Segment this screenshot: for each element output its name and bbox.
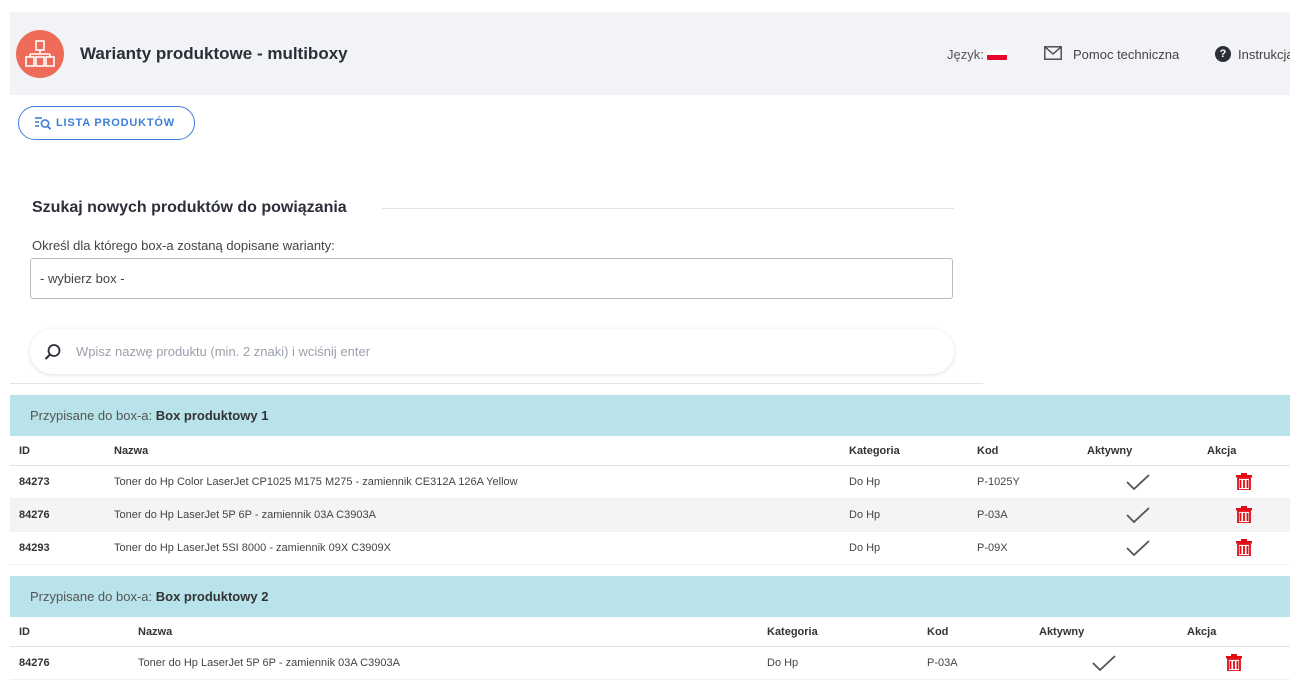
- delete-icon[interactable]: [1236, 506, 1252, 523]
- product-list-button-label: LISTA PRODUKTÓW: [56, 117, 175, 129]
- search-icon: [44, 344, 61, 360]
- support-link[interactable]: Pomoc techniczna: [1073, 47, 1179, 62]
- col-active: Aktywny: [1078, 437, 1198, 466]
- col-category: Kategoria: [758, 618, 918, 647]
- delete-icon[interactable]: [1226, 654, 1242, 671]
- col-name: Nazwa: [96, 437, 840, 466]
- language-label: Język:: [947, 47, 984, 62]
- section-separator: [10, 383, 983, 384]
- box-select[interactable]: - wybierz box -: [30, 258, 953, 299]
- row-category: Do Hp: [758, 646, 918, 680]
- row-category: Do Hp: [840, 498, 968, 532]
- product-list-button[interactable]: LISTA PRODUKTÓW: [18, 106, 195, 140]
- row-code: P-03A: [918, 646, 1030, 680]
- row-name: Toner do Hp LaserJet 5SI 8000 - zamienni…: [96, 531, 840, 565]
- instructions-link[interactable]: Instrukcja: [1238, 47, 1290, 62]
- app-logo-icon: [16, 30, 64, 78]
- mail-icon[interactable]: [1044, 46, 1062, 60]
- row-action: [1198, 498, 1290, 532]
- row-id: 84273: [10, 465, 96, 499]
- box-select-label: Określ dla którego box-a zostaną dopisan…: [32, 238, 335, 253]
- table-row: 84293 Toner do Hp LaserJet 5SI 8000 - za…: [10, 531, 1290, 565]
- app-header: Warianty produktowe - multiboxy Język: P…: [10, 12, 1290, 95]
- group-header-box-2: Przypisane do box-a: Box produktowy 2: [10, 576, 1290, 617]
- delete-icon[interactable]: [1236, 539, 1252, 556]
- table-row: 84276 Toner do Hp LaserJet 5P 6P - zamie…: [10, 646, 1290, 680]
- check-icon[interactable]: [1125, 539, 1151, 557]
- table-row: 84276 Toner do Hp LaserJet 5P 6P - zamie…: [10, 498, 1290, 532]
- row-name: Toner do Hp LaserJet 5P 6P - zamiennik 0…: [96, 498, 840, 532]
- row-code: P-03A: [968, 498, 1078, 532]
- row-action: [1178, 646, 1290, 680]
- check-icon[interactable]: [1091, 654, 1117, 672]
- box-2-table: ID Nazwa Kategoria Kod Aktywny Akcja 842…: [10, 618, 1290, 680]
- group-prefix: Przypisane do box-a:: [30, 589, 153, 604]
- row-code: P-1025Y: [968, 465, 1078, 499]
- row-id: 84276: [10, 646, 118, 680]
- group-prefix: Przypisane do box-a:: [30, 408, 153, 423]
- row-category: Do Hp: [840, 465, 968, 499]
- table-row: 84273 Toner do Hp Color LaserJet CP1025 …: [10, 465, 1290, 499]
- check-icon[interactable]: [1125, 473, 1151, 491]
- row-id: 84293: [10, 531, 96, 565]
- page-title: Warianty produktowe - multiboxy: [80, 44, 348, 63]
- col-action: Akcja: [1178, 618, 1290, 647]
- row-active[interactable]: [1030, 646, 1178, 680]
- col-id: ID: [10, 437, 96, 466]
- col-action: Akcja: [1198, 437, 1290, 466]
- language-flag-icon[interactable]: [987, 50, 1007, 60]
- col-id: ID: [10, 618, 118, 647]
- col-code: Kod: [918, 618, 1030, 647]
- row-action: [1198, 531, 1290, 565]
- section-divider: [382, 208, 954, 209]
- row-name: Toner do Hp Color LaserJet CP1025 M175 M…: [96, 465, 840, 499]
- delete-icon[interactable]: [1236, 473, 1252, 490]
- row-action: [1198, 465, 1290, 499]
- row-active[interactable]: [1078, 465, 1198, 499]
- row-active[interactable]: [1078, 498, 1198, 532]
- row-category: Do Hp: [840, 531, 968, 565]
- col-active: Aktywny: [1030, 618, 1178, 647]
- group-box-name: Box produktowy 2: [155, 589, 269, 604]
- row-id: 84276: [10, 498, 96, 532]
- product-search-bar[interactable]: [30, 329, 954, 374]
- row-code: P-09X: [968, 531, 1078, 565]
- help-icon[interactable]: ?: [1215, 46, 1231, 62]
- group-box-name: Box produktowy 1: [155, 408, 269, 423]
- search-section-title: Szukaj nowych produktów do powiązania: [32, 199, 347, 216]
- group-header-box-1: Przypisane do box-a: Box produktowy 1: [10, 395, 1290, 436]
- row-name: Toner do Hp LaserJet 5P 6P - zamiennik 0…: [118, 646, 758, 680]
- col-category: Kategoria: [840, 437, 968, 466]
- product-search-input[interactable]: [76, 340, 936, 362]
- list-search-icon: [35, 117, 51, 130]
- row-active[interactable]: [1078, 531, 1198, 565]
- col-code: Kod: [968, 437, 1078, 466]
- col-name: Nazwa: [118, 618, 758, 647]
- box-1-table: ID Nazwa Kategoria Kod Aktywny Akcja 842…: [10, 437, 1290, 565]
- top-strip: [0, 0, 1290, 10]
- check-icon[interactable]: [1125, 506, 1151, 524]
